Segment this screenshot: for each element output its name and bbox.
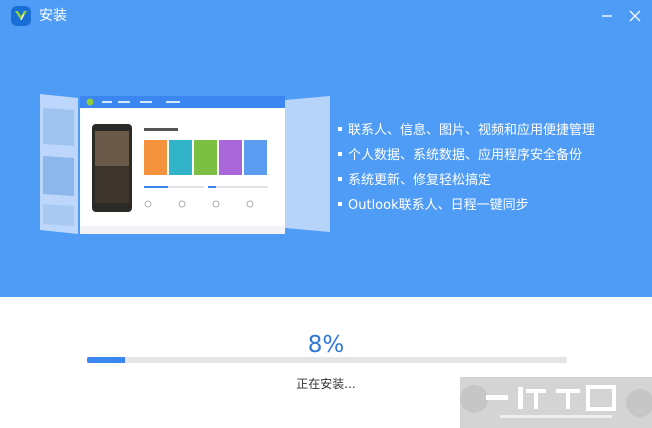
feature-item: 个人数据、系统数据、应用程序安全备份 <box>338 143 638 168</box>
progress-percent: 8% <box>307 332 345 358</box>
watermark-logo <box>460 377 652 428</box>
title-bar: 安装 <box>0 0 652 32</box>
minimize-icon <box>602 15 612 17</box>
bullet-icon <box>338 127 342 131</box>
bullet-icon <box>338 152 342 156</box>
close-button[interactable] <box>625 6 645 26</box>
bullet-icon <box>338 177 342 181</box>
feature-text: 联系人、信息、图片、视频和应用便捷管理 <box>348 123 596 138</box>
watermark-graphic <box>460 385 652 418</box>
close-icon <box>629 10 641 22</box>
feature-item: Outlook联系人、日程一键同步 <box>338 193 638 218</box>
window-title: 安装 <box>39 8 67 24</box>
feature-text: Outlook联系人、日程一键同步 <box>348 198 529 213</box>
feature-text: 个人数据、系统数据、应用程序安全备份 <box>348 148 583 163</box>
progress-bar-fill <box>87 357 126 363</box>
feature-text: 系统更新、修复轻松搞定 <box>348 173 492 188</box>
minimize-button[interactable] <box>597 6 617 26</box>
bullet-icon <box>338 202 342 206</box>
feature-list: 联系人、信息、图片、视频和应用便捷管理 个人数据、系统数据、应用程序安全备份 系… <box>338 118 638 218</box>
header-banner: 安装 联系人、信息、图片、视频和应用便捷管理 个人数据、系统数据、应用程序安全备… <box>0 0 652 297</box>
product-screenshot-illustration <box>40 94 330 234</box>
app-logo-icon <box>11 6 31 26</box>
progress-bar <box>87 357 567 363</box>
feature-item: 联系人、信息、图片、视频和应用便捷管理 <box>338 118 638 143</box>
feature-item: 系统更新、修复轻松搞定 <box>338 168 638 193</box>
